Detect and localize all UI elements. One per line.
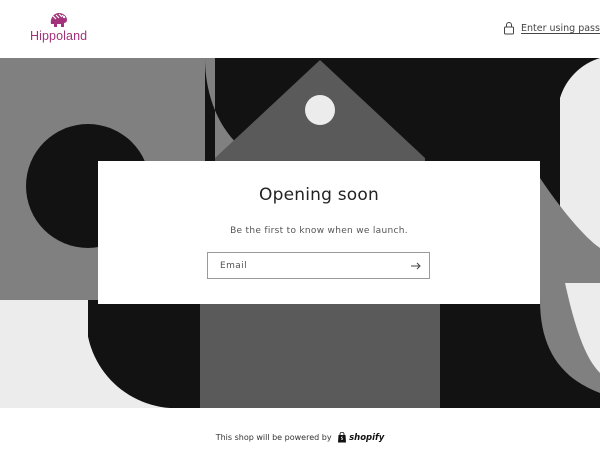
subscribe-submit-button[interactable] — [409, 259, 423, 273]
header: Hippoland Enter using password — [0, 0, 600, 58]
page-title: Opening soon — [259, 185, 379, 205]
email-field-wrapper — [207, 252, 430, 279]
store-logo[interactable]: Hippoland — [28, 10, 98, 46]
hippo-logo-icon — [50, 13, 67, 27]
footer: This shop will be powered by shopify — [0, 408, 600, 450]
powered-by-text: This shop will be powered by — [215, 433, 332, 442]
arrow-right-icon — [411, 262, 421, 270]
newsletter-card: Opening soon Be the first to know when w… — [98, 161, 540, 304]
shopify-label: shopify — [349, 432, 385, 443]
page-subtitle: Be the first to know when we launch. — [230, 226, 408, 236]
powered-by: This shop will be powered by shopify — [0, 432, 600, 443]
shopify-link[interactable]: shopify — [337, 432, 384, 443]
enter-password-link[interactable]: Enter using password — [503, 20, 600, 36]
lock-icon — [504, 22, 514, 35]
enter-password-label: Enter using password — [521, 22, 600, 34]
store-name: Hippoland — [30, 29, 88, 43]
shopify-bag-icon — [338, 432, 347, 443]
email-field[interactable] — [208, 253, 429, 278]
